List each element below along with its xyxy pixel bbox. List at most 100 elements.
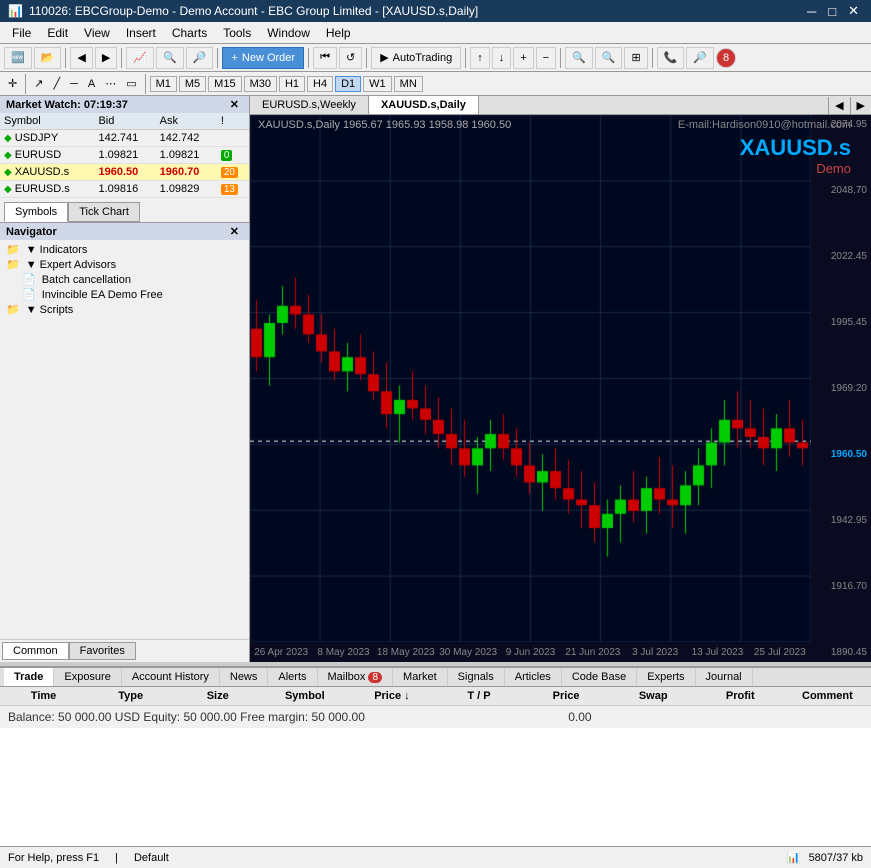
chart-canvas[interactable]: XAUUSD.s,Daily 1965.67 1965.93 1958.98 1…	[250, 115, 871, 662]
toolbar-zoom-in-btn[interactable]: 🔍	[156, 47, 184, 69]
fib-btn[interactable]: ⋯	[101, 76, 120, 91]
terminal-tabs: Trade Exposure Account History News Aler…	[0, 668, 871, 687]
market-watch-row[interactable]: ◆ EURUSD 1.09821 1.09821 0	[0, 147, 249, 164]
mw-ask-2: 1960.70	[156, 164, 217, 181]
term-tab-market[interactable]: Market	[393, 668, 448, 686]
tab-tick-chart[interactable]: Tick Chart	[68, 202, 140, 222]
text-btn[interactable]: A	[84, 77, 99, 91]
tab-symbols[interactable]: Symbols	[4, 202, 68, 222]
toolbar-plus-btn[interactable]: +	[513, 47, 533, 69]
chart-tab-eurusd-weekly[interactable]: EURUSD.s,Weekly	[250, 96, 369, 114]
mw-badge-1: 0	[217, 147, 249, 164]
tf-h1[interactable]: H1	[279, 76, 305, 92]
market-watch-title: Market Watch: 07:19:37	[6, 99, 128, 111]
term-tab-trade[interactable]: Trade	[4, 668, 54, 686]
tf-h4[interactable]: H4	[307, 76, 333, 92]
term-tab-experts[interactable]: Experts	[637, 668, 695, 686]
nav-tree-item-2[interactable]: 📄Batch cancellation	[2, 272, 247, 287]
nav-tree-item-3[interactable]: 📄Invincible EA Demo Free	[2, 287, 247, 302]
new-order-label: New Order	[242, 52, 295, 64]
arrow-btn[interactable]: ↗	[30, 76, 47, 91]
toolbar-zoom-out-btn[interactable]: 🔎	[186, 47, 214, 69]
menu-view[interactable]: View	[76, 24, 118, 42]
toolbar-refresh-btn[interactable]: ↺	[339, 47, 362, 69]
new-order-button[interactable]: + New Order	[222, 47, 304, 69]
tf-m15[interactable]: M15	[208, 76, 241, 92]
time-jul13: 13 Jul 2023	[686, 647, 748, 658]
menu-charts[interactable]: Charts	[164, 24, 215, 42]
market-watch-row[interactable]: ◆ XAUUSD.s 1960.50 1960.70 20	[0, 164, 249, 181]
term-tab-mailbox[interactable]: Mailbox 8	[318, 668, 394, 686]
market-watch-close[interactable]: ✕	[226, 98, 243, 111]
crosshair-btn[interactable]: ✛	[4, 76, 21, 91]
hline-btn[interactable]: ─	[66, 77, 82, 91]
market-watch-time: 07:19:37	[84, 99, 128, 111]
rect-btn[interactable]: ▭	[122, 76, 140, 91]
toolbar-chart-btn[interactable]: 📈	[126, 47, 154, 69]
minimize-button[interactable]: ─	[803, 3, 820, 19]
toolbar-phone-btn[interactable]: 📞	[657, 47, 685, 69]
term-tab-articles[interactable]: Articles	[505, 668, 562, 686]
nav-tree-item-1[interactable]: 📁▼ Expert Advisors	[2, 257, 247, 272]
tf-d1[interactable]: D1	[335, 76, 361, 92]
chart-tab-xauusd-daily[interactable]: XAUUSD.s,Daily	[369, 96, 479, 114]
main-content: Market Watch: 07:19:37 ✕ Symbol Bid Ask …	[0, 96, 871, 662]
toolbar-minus-btn[interactable]: −	[536, 47, 556, 69]
tf-mn[interactable]: MN	[394, 76, 423, 92]
col-time: Time	[0, 689, 87, 703]
nav-tree-item-4[interactable]: 📁▼ Scripts	[2, 302, 247, 317]
maximize-button[interactable]: □	[824, 3, 840, 19]
term-tab-journal[interactable]: Journal	[696, 668, 753, 686]
tf-m30[interactable]: M30	[244, 76, 277, 92]
time-may8: 8 May 2023	[312, 647, 374, 658]
term-tab-news[interactable]: News	[220, 668, 269, 686]
menu-file[interactable]: File	[4, 24, 39, 42]
toolbar-open-btn[interactable]: 📂	[34, 47, 62, 69]
term-tab-alerts[interactable]: Alerts	[268, 668, 317, 686]
tf-w1[interactable]: W1	[363, 76, 392, 92]
chart-nav-prev[interactable]: ◀	[828, 97, 849, 114]
navigator-close[interactable]: ✕	[226, 225, 243, 238]
toolbar-sell-btn[interactable]: ↓	[492, 47, 512, 69]
col-price-open: Price ↓	[348, 689, 435, 703]
toolbar-search-btn[interactable]: 🔎	[686, 47, 714, 69]
menu-edit[interactable]: Edit	[39, 24, 76, 42]
menu-window[interactable]: Window	[259, 24, 318, 42]
market-watch: Market Watch: 07:19:37 ✕ Symbol Bid Ask …	[0, 96, 249, 223]
autotrading-button[interactable]: ▶ AutoTrading	[371, 47, 461, 69]
time-jun21: 21 Jun 2023	[562, 647, 624, 658]
price-1890: 1890.45	[815, 647, 867, 658]
toolbar-grid-btn[interactable]: ⊞	[624, 47, 647, 69]
chart-time-axis: 26 Apr 2023 8 May 2023 18 May 2023 30 Ma…	[250, 642, 811, 662]
terminal: Trade Exposure Account History News Aler…	[0, 666, 871, 846]
tf-m5[interactable]: M5	[179, 76, 206, 92]
toolbar-new-btn[interactable]: 🆕	[4, 47, 32, 69]
tf-m1[interactable]: M1	[150, 76, 177, 92]
toolbar-history-btn[interactable]: ⏮	[313, 47, 337, 69]
nav-tab-common[interactable]: Common	[2, 642, 69, 660]
toolbar-zoom-btn[interactable]: 🔍	[565, 47, 593, 69]
toolbar-buy-btn[interactable]: ↑	[470, 47, 490, 69]
toolbar-fwd-btn[interactable]: ▶	[95, 47, 117, 69]
term-tab-account-history[interactable]: Account History	[122, 668, 220, 686]
menu-insert[interactable]: Insert	[118, 24, 164, 42]
chart-nav-next[interactable]: ▶	[850, 97, 871, 114]
title-controls[interactable]: ─ □ ✕	[803, 3, 863, 19]
nav-tab-favorites[interactable]: Favorites	[69, 642, 136, 660]
line-btn[interactable]: ╱	[49, 76, 64, 91]
market-watch-row[interactable]: ◆ USDJPY 142.741 142.742	[0, 130, 249, 147]
mw-icon-2: ◆	[4, 167, 12, 178]
toolbar-zoomout-btn[interactable]: 🔍	[595, 47, 623, 69]
term-tab-signals[interactable]: Signals	[448, 668, 505, 686]
nav-tree-item-0[interactable]: 📁▼ Indicators	[2, 242, 247, 257]
close-button[interactable]: ✕	[844, 3, 863, 19]
menu-tools[interactable]: Tools	[215, 24, 259, 42]
chart-price-axis: 2074.95 2048.70 2022.45 1995.45 1969.20 …	[811, 115, 871, 662]
term-tab-codebase[interactable]: Code Base	[562, 668, 637, 686]
toolbar-account-btn[interactable]: 8	[716, 48, 736, 68]
menu-help[interactable]: Help	[318, 24, 359, 42]
term-tab-exposure[interactable]: Exposure	[54, 668, 121, 686]
nav-item-label-1: ▼ Expert Advisors	[26, 259, 116, 271]
market-watch-row[interactable]: ◆ EURUSD.s 1.09816 1.09829 13	[0, 181, 249, 198]
toolbar-back-btn[interactable]: ◀	[70, 47, 92, 69]
